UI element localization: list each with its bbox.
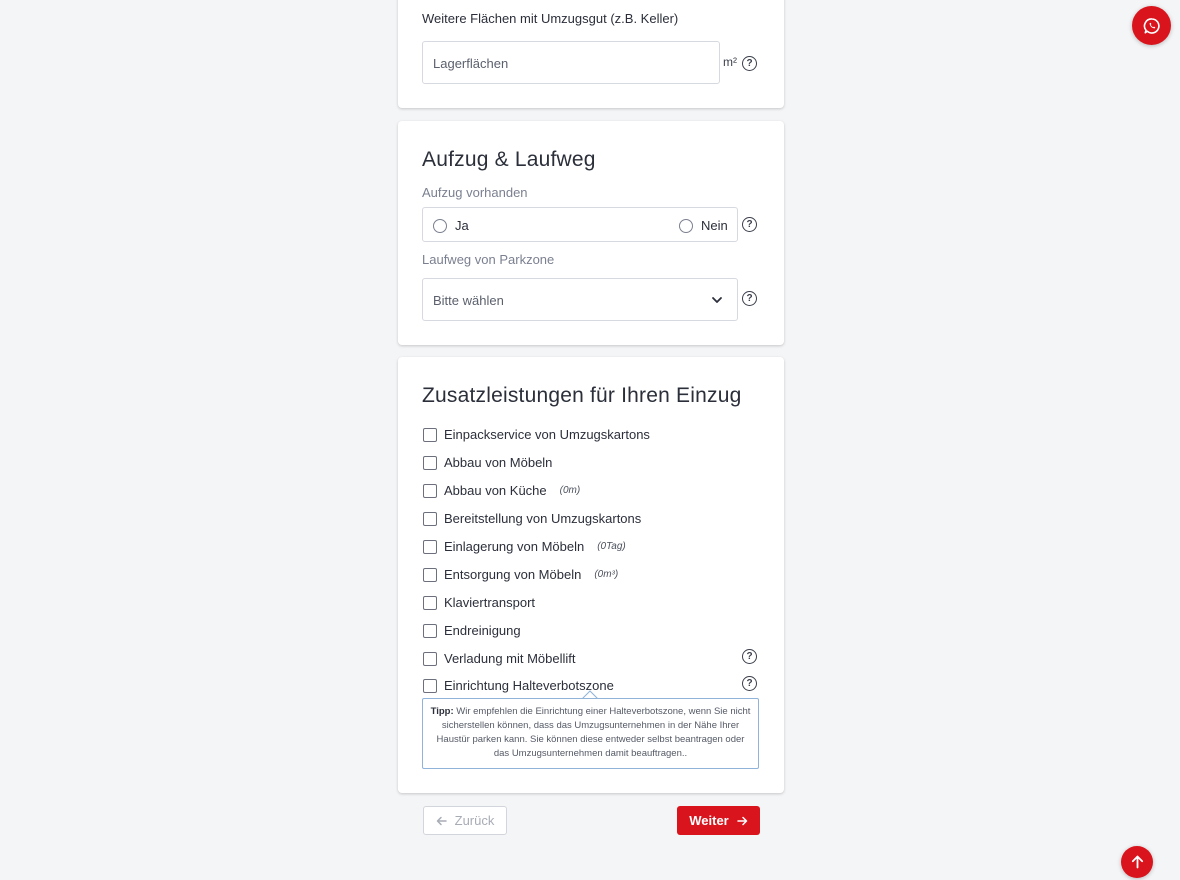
- checkbox-label: Abbau von Küche: [444, 483, 547, 498]
- checkbox-label: Entsorgung von Möbeln: [444, 567, 582, 582]
- radio-option-yes[interactable]: Ja: [433, 218, 469, 233]
- radio-no[interactable]: [679, 218, 693, 233]
- help-icon[interactable]: ?: [742, 56, 757, 71]
- help-icon[interactable]: ?: [742, 649, 757, 664]
- tooltip-prefix: Tipp:: [430, 706, 454, 717]
- storage-card: Weitere Flächen mit Umzugsgut (z.B. Kell…: [398, 0, 784, 108]
- checkbox-label: Endreinigung: [444, 623, 521, 638]
- section-title-elevator: Aufzug & Laufweg: [422, 148, 596, 171]
- help-icon[interactable]: ?: [742, 676, 757, 691]
- arrow-up-icon: [1131, 855, 1143, 869]
- walkway-select-value: Bitte wählen: [433, 293, 504, 308]
- checkbox-item[interactable]: Abbau von Möbeln: [423, 455, 552, 470]
- whatsapp-button[interactable]: [1132, 6, 1171, 45]
- checkbox-label: Einlagerung von Möbeln: [444, 539, 585, 554]
- checkbox-label: Bereitstellung von Umzugskartons: [444, 511, 642, 526]
- checkbox-item[interactable]: Klaviertransport: [423, 595, 535, 610]
- checkbox[interactable]: [423, 678, 437, 693]
- scroll-top-button[interactable]: [1121, 846, 1153, 878]
- arrow-left-icon: [436, 816, 447, 825]
- checkbox[interactable]: [423, 483, 437, 498]
- elevator-radio-group: Ja Nein: [422, 207, 738, 242]
- tooltip-halteverbotszone: Tipp: Wir empfehlen die Einrichtung eine…: [422, 698, 759, 769]
- next-label: Weiter: [689, 813, 729, 828]
- help-icon[interactable]: ?: [742, 291, 757, 306]
- checkbox-hint: (0Tag): [597, 541, 626, 552]
- storage-input[interactable]: Lagerflächen: [422, 41, 720, 84]
- checkbox-label: Abbau von Möbeln: [444, 455, 553, 470]
- checkbox-item[interactable]: Abbau von Küche (0m): [423, 483, 580, 498]
- section-title-extras: Zusatzleistungen für Ihren Einzug: [422, 384, 742, 407]
- checkbox[interactable]: [423, 651, 437, 666]
- checkbox[interactable]: [423, 623, 437, 638]
- walkway-select[interactable]: Bitte wählen: [422, 278, 738, 321]
- checkbox[interactable]: [423, 567, 437, 582]
- checkbox-item[interactable]: Bereitstellung von Umzugskartons: [423, 511, 641, 526]
- checkbox-hint: (0m): [559, 485, 581, 496]
- checkbox-label: Klaviertransport: [444, 595, 536, 610]
- checkbox-hint: (0m³): [594, 569, 619, 580]
- checkbox[interactable]: [423, 427, 437, 442]
- radio-yes[interactable]: [433, 218, 447, 233]
- checkbox[interactable]: [423, 595, 437, 610]
- back-button[interactable]: Zurück: [423, 806, 507, 835]
- checkbox[interactable]: [423, 511, 437, 526]
- arrow-right-icon: [737, 816, 747, 825]
- storage-placeholder: Lagerflächen: [433, 56, 509, 71]
- tooltip-text: Wir empfehlen die Einrichtung einer Halt…: [436, 706, 751, 759]
- checkbox[interactable]: [423, 539, 437, 554]
- checkbox[interactable]: [423, 455, 437, 470]
- checkbox-label: Verladung mit Möbellift: [444, 651, 576, 666]
- walkway-label: Laufweg von Parkzone: [422, 252, 555, 267]
- elevator-card: Aufzug & Laufweg Aufzug vorhanden Ja Nei…: [398, 121, 784, 345]
- next-button[interactable]: Weiter: [677, 806, 760, 835]
- radio-option-no[interactable]: Nein: [679, 218, 728, 233]
- back-label: Zurück: [454, 813, 495, 828]
- radio-no-label: Nein: [701, 218, 728, 233]
- checkbox-item[interactable]: Verladung mit Möbellift: [423, 651, 576, 666]
- radio-yes-label: Ja: [455, 218, 469, 233]
- checkbox-item[interactable]: Einlagerung von Möbeln (0Tag): [423, 539, 626, 554]
- storage-label: Weitere Flächen mit Umzugsgut (z.B. Kell…: [422, 11, 679, 26]
- extras-card: Zusatzleistungen für Ihren Einzug Einpac…: [398, 357, 784, 793]
- checkbox-item[interactable]: Endreinigung: [423, 623, 521, 638]
- unit-label: m²: [723, 55, 737, 69]
- checkbox-item[interactable]: Entsorgung von Möbeln (0m³): [423, 567, 618, 582]
- elevator-label: Aufzug vorhanden: [422, 185, 528, 200]
- help-icon[interactable]: ?: [742, 217, 757, 232]
- chevron-down-icon: [712, 297, 722, 303]
- checkbox-label: Einpackservice von Umzugskartons: [444, 427, 650, 442]
- checkbox-item[interactable]: Einpackservice von Umzugskartons: [423, 427, 650, 442]
- whatsapp-icon: [1143, 17, 1160, 34]
